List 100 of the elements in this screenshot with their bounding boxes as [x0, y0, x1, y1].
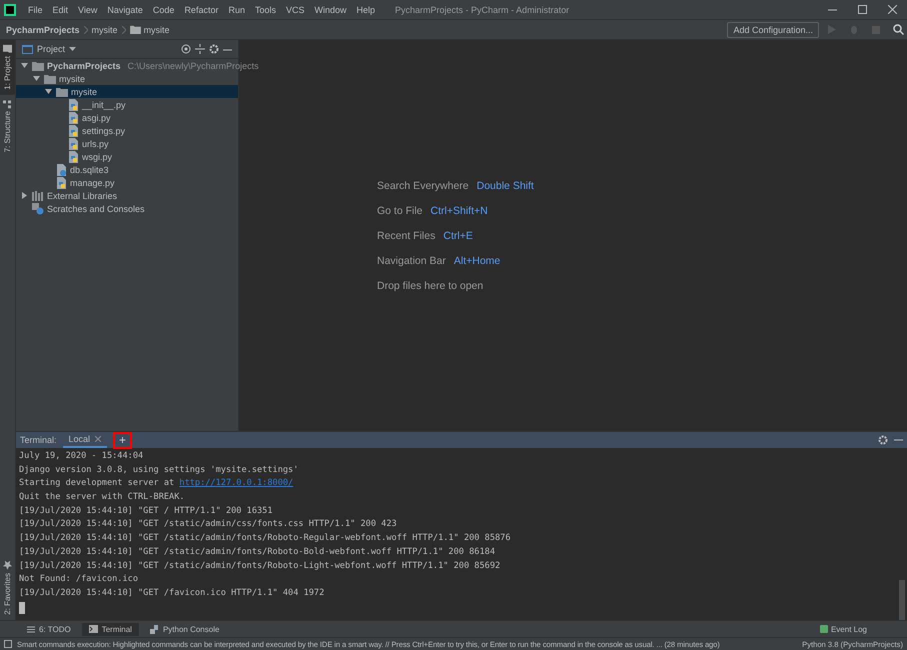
tree-item-label: Scratches and Consoles: [47, 204, 145, 214]
terminal-line: [19/Jul/2020 15:44:10] "GET /static/admin/fonts/Roboto-Light-webfont.woff HTTP/1.1" 200 85692: [19, 560, 502, 572]
event-log-icon: [820, 625, 828, 633]
tree-item[interactable]: manage.py: [16, 176, 238, 189]
tree-item-label: mysite: [71, 86, 98, 96]
event-log-button[interactable]: Event Log: [820, 624, 907, 634]
path-hint: C:\Users\newly\PycharmProjects: [128, 60, 259, 70]
tree-item[interactable]: asgi.py: [16, 111, 238, 124]
close-icon[interactable]: [888, 5, 896, 14]
menu-item[interactable]: Navigate: [103, 2, 147, 16]
unknown-file-icon: [56, 164, 67, 176]
scratches-icon: [32, 202, 44, 214]
menu-item[interactable]: Window: [310, 2, 351, 16]
tree-item[interactable]: urls.py: [16, 137, 238, 150]
folder-icon: [130, 25, 141, 34]
menu-item[interactable]: View: [74, 2, 102, 16]
terminal-line: Django version 3.0.8, using settings 'mysite.settings': [19, 464, 300, 477]
side-tab[interactable]: 1: Project: [0, 40, 15, 95]
side-tab[interactable]: 7: Structure: [0, 94, 15, 158]
list-icon: [27, 626, 35, 632]
breadcrumb[interactable]: mysite: [92, 24, 118, 34]
tree-item[interactable]: settings.py: [16, 124, 238, 137]
tree-item[interactable]: mysite: [16, 85, 238, 98]
tree-item-label: External Libraries: [47, 190, 118, 200]
terminal-line: Not Found: /favicon.ico: [19, 574, 139, 586]
new-tab-button[interactable]: +: [113, 432, 132, 448]
tree-item-label: wsgi.py: [82, 152, 112, 162]
libraries-icon: [32, 190, 44, 200]
scrollbar-thumb[interactable]: [899, 580, 905, 620]
settings-icon[interactable]: [209, 44, 219, 54]
hint-label: Recent Files: [377, 230, 436, 242]
settings-icon[interactable]: [878, 435, 888, 445]
menu-item[interactable]: Tools: [250, 2, 280, 16]
terminal-title: Terminal:: [20, 435, 57, 445]
tree-item[interactable]: mysite: [16, 72, 238, 85]
folder-icon: [32, 60, 44, 70]
python-file-icon: [68, 124, 79, 136]
tree-item-label: settings.py: [82, 126, 126, 136]
python-file-icon: [56, 176, 67, 188]
breadcrumb[interactable]: mysite: [130, 24, 170, 34]
shortcut-text: Double Shift: [476, 180, 534, 192]
tree-item-label: __init__.py: [82, 100, 126, 110]
breadcrumb[interactable]: PycharmProjects: [6, 24, 80, 34]
python-file-icon: [68, 150, 79, 162]
terminal-line: Quit the server with CTRL-BREAK.: [19, 492, 186, 504]
tree-item[interactable]: PycharmProjects C:\Users\newly\PycharmProjects: [16, 59, 259, 72]
project-icon: [22, 44, 33, 54]
terminal-icon: [88, 625, 98, 633]
tree-item[interactable]: db.sqlite3: [16, 163, 238, 176]
tree-item[interactable]: wsgi.py: [16, 150, 238, 163]
hint-label: Search Everywhere: [377, 180, 469, 192]
hint-label: Go to File: [377, 204, 423, 216]
star-icon: [3, 561, 12, 570]
menu-item[interactable]: Edit: [48, 2, 72, 16]
collapse-all-icon[interactable]: [195, 44, 205, 54]
console-icon: [4, 640, 12, 648]
tree-item-label: urls.py: [82, 138, 109, 148]
folder-icon: [56, 86, 68, 96]
shortcut-text: Ctrl+E: [443, 230, 473, 242]
python-file-icon: [68, 138, 79, 150]
hint-label: Drop files here to open: [377, 280, 484, 292]
python-file-icon: [68, 112, 79, 124]
tool-tab[interactable]: Terminal: [82, 622, 139, 636]
tool-tab[interactable]: 6: TODO: [20, 622, 78, 636]
structure-icon: [4, 100, 12, 108]
menu-item[interactable]: Refactor: [180, 2, 222, 16]
tree-item[interactable]: Scratches and Consoles: [16, 202, 238, 215]
terminal-line: [19/Jul/2020 15:44:10] "GET /favicon.ico HTTP/1.1" 404 1972: [19, 588, 326, 600]
menu-item[interactable]: File: [24, 2, 47, 16]
chevron-icon: [122, 26, 126, 34]
hint-label: Navigation Bar: [377, 254, 446, 266]
menu-item[interactable]: Run: [224, 2, 249, 16]
server-link[interactable]: http://127.0.0.1:8000/: [179, 478, 294, 488]
python-file-icon: [68, 98, 79, 110]
tree-item-label: mysite: [59, 74, 86, 84]
side-tab[interactable]: 2: Favorites: [0, 556, 15, 620]
collapsed-arrow-icon[interactable]: [21, 192, 28, 199]
locate-icon[interactable]: [181, 44, 191, 54]
tree-item-label: asgi.py: [82, 112, 111, 122]
terminal-line: [19/Jul/2020 15:44:10] "GET /static/admin/fonts/Roboto-Regular-webfont.woff HTTP/1.1" 200 85876: [19, 533, 512, 546]
tool-tab[interactable]: Python Console: [142, 622, 226, 636]
dropdown-caret-icon[interactable]: [69, 47, 76, 51]
shortcut-text: Ctrl+Shift+N: [430, 204, 488, 216]
terminal-line: [19/Jul/2020 15:44:10] "GET /static/admin/css/fonts.css HTTP/1.1" 200 423: [19, 519, 398, 532]
maximize-icon[interactable]: [858, 5, 866, 14]
window-title: PycharmProjects - PyCharm - Administrator: [395, 4, 570, 14]
shortcut-text: Alt+Home: [454, 254, 500, 266]
session-tab[interactable]: Local: [62, 432, 108, 448]
terminal-line: Starting development server at http://127.0.0.1:8000/: [19, 478, 294, 490]
terminal-line: [19/Jul/2020 15:44:10] "GET /static/admin/fonts/Roboto-Bold-webfont.woff HTTP/1.1" 200 86184: [19, 546, 496, 559]
add-configuration-button[interactable]: Add Configuration...: [727, 22, 819, 38]
tree-item[interactable]: External Libraries: [16, 189, 238, 202]
menu-item[interactable]: Help: [352, 2, 380, 16]
text-cursor: [19, 602, 25, 614]
tree-item[interactable]: __init__.py: [16, 98, 238, 111]
menu-item[interactable]: Code: [148, 2, 178, 16]
terminal-line: [19/Jul/2020 15:44:10] "GET / HTTP/1.1" 200 16351: [19, 506, 274, 518]
close-icon[interactable]: [95, 436, 102, 442]
panel-title[interactable]: Project: [37, 44, 66, 54]
menu-item[interactable]: VCS: [282, 2, 308, 16]
